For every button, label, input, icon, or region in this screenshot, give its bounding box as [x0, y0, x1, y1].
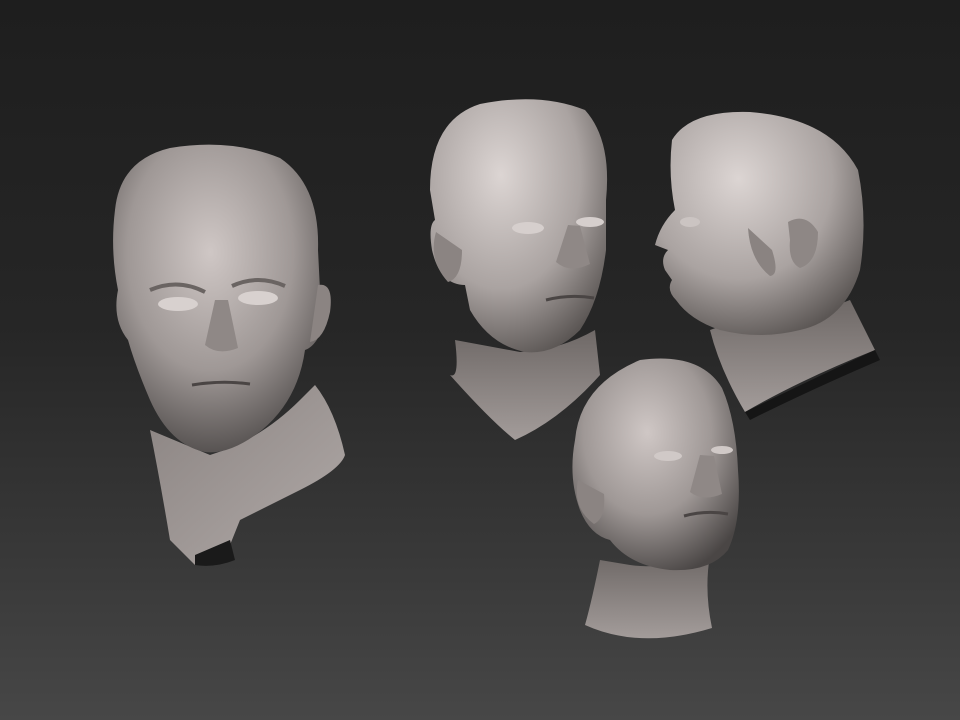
head-low-angle	[572, 358, 739, 639]
sculpt-render	[113, 99, 880, 639]
left-eye	[158, 297, 198, 311]
right-eye	[238, 291, 278, 305]
left-eye	[512, 222, 544, 234]
right-eye	[576, 217, 604, 227]
sculpt-viewport	[0, 0, 960, 720]
right-eye	[711, 446, 733, 454]
profile-eye	[680, 217, 700, 227]
left-eye	[654, 451, 682, 461]
head-front-three-quarter	[113, 144, 345, 566]
head-front-slight-turn	[430, 99, 608, 440]
